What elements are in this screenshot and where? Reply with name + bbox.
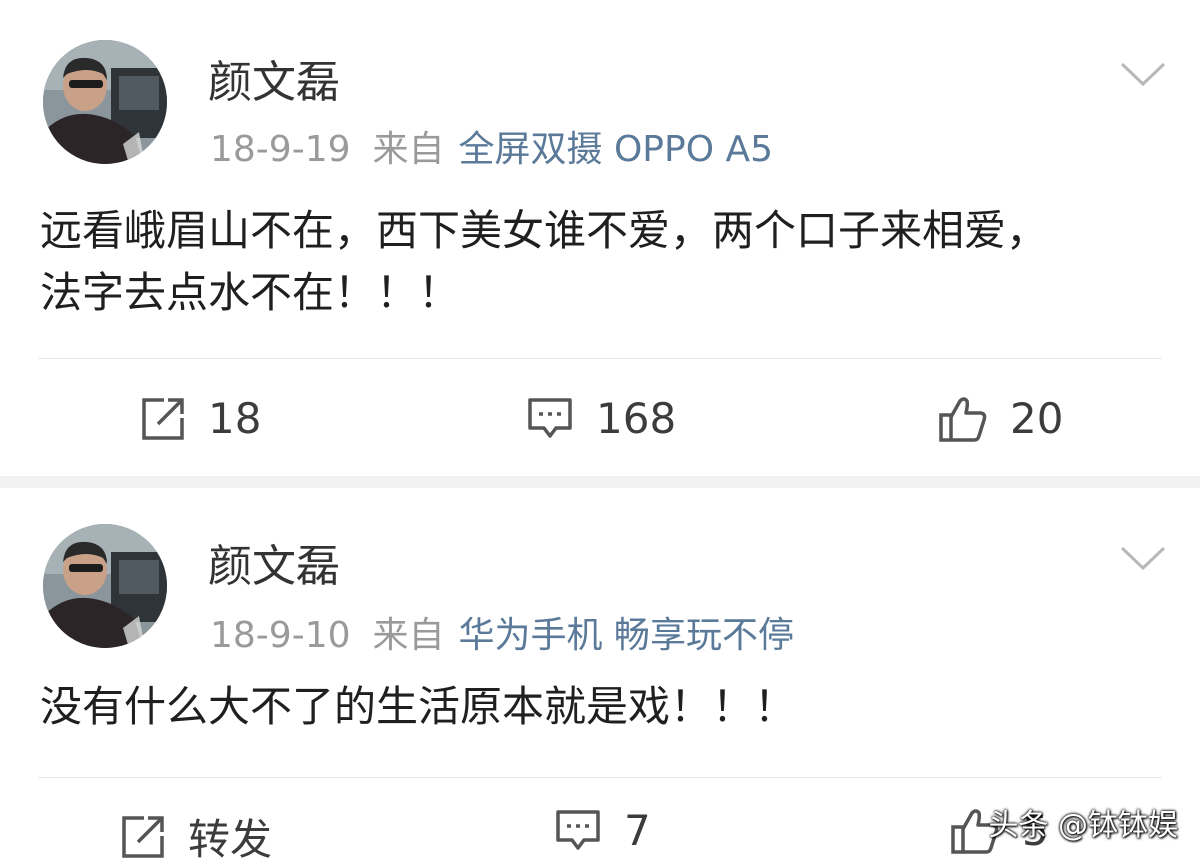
post-separator	[0, 476, 1200, 488]
share-icon	[122, 815, 164, 858]
share-icon	[142, 397, 184, 440]
post-meta: 18-9-10 来自 华为手机 畅享玩不停	[210, 606, 794, 658]
post-date: 18-9-19	[210, 129, 351, 170]
avatar[interactable]	[43, 524, 167, 648]
repost-label: 转发	[188, 815, 273, 864]
from-label: 来自	[372, 615, 445, 656]
comment-count: 168	[596, 394, 677, 443]
username[interactable]: 颜文磊	[208, 46, 340, 110]
like-button[interactable]: 20	[938, 394, 1063, 443]
device-source-link[interactable]: 华为手机 畅享玩不停	[459, 615, 794, 656]
repost-button[interactable]: 18	[140, 394, 261, 443]
repost-button[interactable]: 转发	[120, 806, 272, 867]
content-line: 法字去点水不在！！！	[40, 268, 461, 317]
comment-icon	[556, 809, 600, 850]
like-count: 20	[1010, 394, 1064, 443]
chevron-down-icon[interactable]	[1118, 542, 1168, 572]
content-line: 远看峨眉山不在，西下美女谁不爱，两个口子来相爱，	[40, 206, 1049, 255]
chevron-down-icon[interactable]	[1118, 58, 1168, 88]
comment-icon	[528, 397, 572, 438]
post-meta: 18-9-19 来自 全屏双摄 OPPO A5	[210, 120, 773, 172]
comment-button[interactable]: 168	[526, 394, 676, 443]
thumbs-up-icon	[939, 396, 987, 442]
post-card: 颜文磊 18-9-19 来自 全屏双摄 OPPO A5 远看峨眉山不在，西下美女谁不…	[0, 0, 1200, 476]
post-content: 远看峨眉山不在，西下美女谁不爱，两个口子来相爱， 法字去点水不在！！！	[40, 200, 1170, 324]
avatar[interactable]	[43, 40, 167, 164]
content-line: 没有什么大不了的生活原本就是戏！！！	[40, 682, 797, 731]
post-content: 没有什么大不了的生活原本就是戏！！！	[40, 676, 1170, 738]
comment-count: 7	[624, 806, 651, 855]
watermark: 头条 @钵钵娱	[988, 808, 1178, 843]
repost-count: 18	[208, 394, 262, 443]
divider	[38, 358, 1162, 359]
device-source-link[interactable]: 全屏双摄 OPPO A5	[459, 129, 774, 170]
from-label: 来自	[372, 129, 445, 170]
comment-button[interactable]: 7	[554, 806, 651, 855]
username[interactable]: 颜文磊	[208, 530, 340, 594]
post-date: 18-9-10	[210, 615, 351, 656]
divider	[38, 777, 1162, 778]
